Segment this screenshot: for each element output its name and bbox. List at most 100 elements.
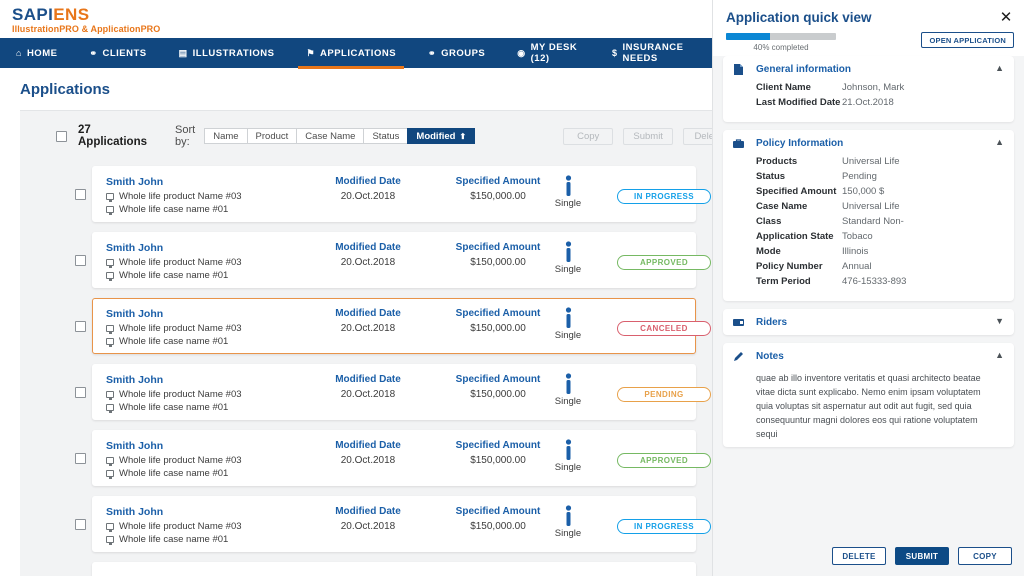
row-checkbox[interactable] bbox=[75, 189, 86, 200]
table-row[interactable]: Smith John Whole life product Name #03 W… bbox=[20, 227, 712, 293]
section-policy-header[interactable]: Policy Information ▲ bbox=[723, 130, 1014, 156]
sort-button-case-name[interactable]: Case Name bbox=[296, 128, 363, 144]
row-client-name[interactable]: Smith John bbox=[106, 242, 316, 254]
section-riders-header[interactable]: Riders ▼ bbox=[723, 309, 1014, 335]
quick-view-header: Application quick view ✕ 40% completed O… bbox=[713, 0, 1024, 56]
field-value: Annual bbox=[842, 261, 872, 272]
field-row: Application State Tobaco bbox=[756, 231, 1004, 242]
nav-item-groups[interactable]: ⚭ GROUPS bbox=[412, 38, 501, 68]
monitor-icon bbox=[106, 325, 114, 332]
sort-button-status[interactable]: Status bbox=[363, 128, 407, 144]
field-value: Tobaco bbox=[842, 231, 873, 242]
delete-button[interactable]: Delete bbox=[683, 128, 712, 145]
row-client-name[interactable]: Smith John bbox=[106, 374, 316, 386]
quick-view-title: Application quick view bbox=[726, 10, 872, 25]
row-checkbox[interactable] bbox=[75, 519, 86, 530]
row-checkbox[interactable] bbox=[75, 255, 86, 266]
table-row[interactable]: Smith John Whole life product Name #03 W… bbox=[20, 491, 712, 557]
chevron-up-icon[interactable]: ▲ bbox=[995, 351, 1004, 360]
row-product-label: Whole life product Name #03 bbox=[119, 323, 242, 334]
row-coverage-col: Single bbox=[533, 505, 603, 539]
application-card[interactable]: Smith John Whole life product Name #03 W… bbox=[92, 364, 696, 420]
open-application-button[interactable]: OPEN APPLICATION bbox=[921, 32, 1014, 48]
row-client-name[interactable]: Smith John bbox=[106, 308, 316, 320]
chevron-up-icon[interactable]: ▲ bbox=[995, 64, 1004, 73]
sort-button-modified[interactable]: Modified ⬆ bbox=[407, 128, 475, 144]
row-client-block: Smith John Whole life product Name #03 W… bbox=[106, 242, 316, 283]
row-coverage-label: Single bbox=[533, 396, 603, 407]
brand-bar: SAPIENS IllustrationPRO & ApplicationPRO bbox=[0, 0, 712, 38]
field-row: Policy Number Annual bbox=[756, 261, 1004, 272]
copy-button[interactable]: Copy bbox=[563, 128, 613, 145]
row-modified-header: Modified Date bbox=[308, 176, 428, 187]
monitor-icon bbox=[106, 206, 114, 213]
chevron-up-icon[interactable]: ▲ bbox=[995, 138, 1004, 147]
row-client-block: Smith John Whole life product Name #03 W… bbox=[106, 506, 316, 547]
status-badge: IN PROGRESS bbox=[617, 519, 711, 534]
row-coverage-col: Single bbox=[533, 241, 603, 275]
nav-item-applications[interactable]: ⚑ APPLICATIONS bbox=[290, 38, 412, 68]
status-badge: APPROVED bbox=[617, 453, 711, 468]
row-product-label: Whole life product Name #03 bbox=[119, 191, 242, 202]
field-label: Term Period bbox=[756, 276, 842, 287]
section-general-header[interactable]: General information ▲ bbox=[723, 56, 1014, 82]
application-window: SAPIENS IllustrationPRO & ApplicationPRO… bbox=[0, 0, 1024, 576]
table-row[interactable]: Smith John Whole life product Name #03 W… bbox=[20, 161, 712, 227]
application-card[interactable]: Smith John Whole life product Name #03 W… bbox=[92, 232, 696, 288]
row-client-name[interactable]: Smith John bbox=[106, 176, 316, 188]
application-card-selected[interactable]: Smith John Whole life product Name #03 W… bbox=[92, 298, 696, 354]
row-client-name[interactable]: Smith John bbox=[106, 440, 316, 452]
submit-button-panel[interactable]: SUBMIT bbox=[895, 547, 949, 565]
application-card[interactable]: Smith John Whole life product Name #03 W… bbox=[92, 166, 696, 222]
row-client-name[interactable]: Smith John bbox=[106, 506, 316, 518]
close-icon[interactable]: ✕ bbox=[998, 10, 1014, 26]
application-card[interactable]: Smith John Whole life product Name #03 W… bbox=[92, 430, 696, 486]
row-checkbox[interactable] bbox=[75, 453, 86, 464]
nav-item-illustrations[interactable]: ▤ ILLUSTRATIONS bbox=[163, 38, 291, 68]
row-checkbox[interactable] bbox=[75, 321, 86, 332]
row-case-label: Whole life case name #01 bbox=[119, 534, 228, 545]
copy-button-panel[interactable]: COPY bbox=[958, 547, 1012, 565]
row-case: Whole life case name #01 bbox=[106, 270, 316, 281]
nav-item-my-desk[interactable]: ◉ MY DESK (12) bbox=[501, 38, 596, 68]
table-row[interactable]: Smith John Whole life product Name #03 W… bbox=[20, 293, 712, 359]
field-label: Application State bbox=[756, 231, 842, 242]
application-card[interactable]: Smith John Whole life product Name #03 W… bbox=[92, 496, 696, 552]
submit-button[interactable]: Submit bbox=[623, 128, 673, 145]
field-label: Products bbox=[756, 156, 842, 167]
field-label: Client Name bbox=[756, 82, 842, 93]
nav-item-insurance-needs[interactable]: $ INSURANCE NEEDS bbox=[596, 38, 712, 68]
section-notes-header[interactable]: Notes ▲ bbox=[723, 343, 1014, 369]
table-row-partial[interactable] bbox=[20, 557, 712, 576]
application-card-partial[interactable] bbox=[92, 562, 696, 576]
table-row[interactable]: Smith John Whole life product Name #03 W… bbox=[20, 359, 712, 425]
delete-button-panel[interactable]: DELETE bbox=[832, 547, 886, 565]
table-row[interactable]: Smith John Whole life product Name #03 W… bbox=[20, 425, 712, 491]
select-all-checkbox[interactable] bbox=[56, 131, 67, 142]
group-icon: ⚭ bbox=[428, 49, 436, 58]
sort-button-product[interactable]: Product bbox=[247, 128, 297, 144]
nav-item-clients[interactable]: ⚭ CLIENTS bbox=[73, 38, 162, 68]
monitor-icon bbox=[106, 404, 114, 411]
status-badge: PENDING bbox=[617, 387, 711, 402]
row-modified-header: Modified Date bbox=[308, 440, 428, 451]
person-icon bbox=[563, 373, 574, 395]
nav-item-home[interactable]: ⌂ HOME bbox=[0, 38, 73, 68]
row-modified-col: Modified Date 20.Oct.2018 bbox=[308, 308, 428, 334]
person-icon bbox=[563, 175, 574, 197]
page-title: Applications bbox=[20, 81, 110, 98]
nav-label-applications: APPLICATIONS bbox=[320, 48, 396, 59]
row-checkbox[interactable] bbox=[75, 387, 86, 398]
row-case-label: Whole life case name #01 bbox=[119, 204, 228, 215]
home-icon: ⌂ bbox=[16, 49, 22, 58]
chevron-down-icon[interactable]: ▼ bbox=[995, 317, 1004, 326]
row-client-block: Smith John Whole life product Name #03 W… bbox=[106, 308, 316, 349]
desk-icon: ◉ bbox=[517, 49, 525, 58]
application-quick-view-panel: Application quick view ✕ 40% completed O… bbox=[712, 0, 1024, 576]
field-row: Specified Amount 150,000 $ bbox=[756, 186, 1004, 197]
sort-button-name[interactable]: Name bbox=[204, 128, 246, 144]
row-product-label: Whole life product Name #03 bbox=[119, 521, 242, 532]
field-value: Illinois bbox=[842, 246, 868, 257]
applications-count: 27 Applications bbox=[78, 124, 147, 148]
sapiens-logo[interactable]: SAPIENS bbox=[12, 5, 89, 25]
